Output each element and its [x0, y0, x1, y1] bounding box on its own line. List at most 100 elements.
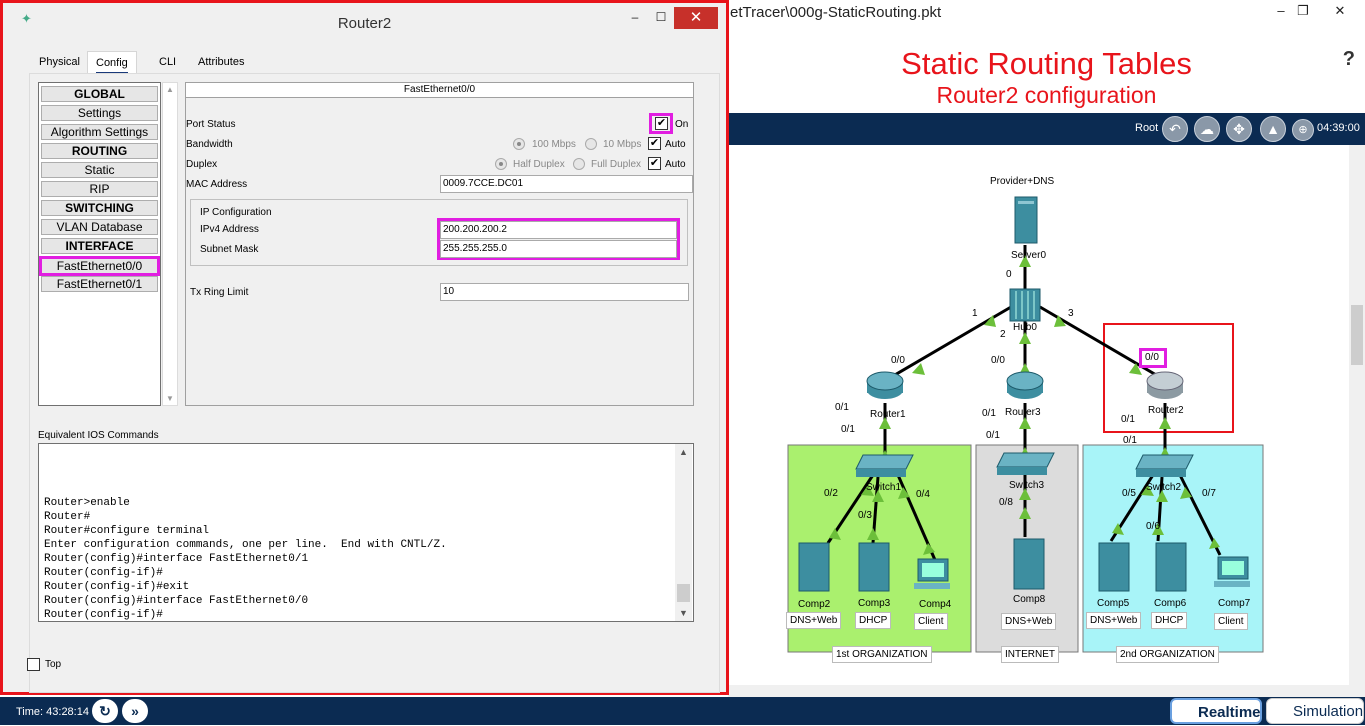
fast-forward-icon[interactable]: » [122, 699, 148, 723]
server0-name: Server0 [1011, 250, 1047, 261]
comp8-icon [1013, 538, 1045, 590]
port-label: 0/5 [1122, 488, 1136, 499]
dialog-title: Router2 [337, 15, 392, 32]
tab-cli[interactable]: CLI [151, 51, 185, 73]
simulation-mode-button[interactable]: Simulation [1266, 698, 1364, 724]
comp8-name: Comp8 [1013, 594, 1046, 605]
comp3-name: Comp3 [858, 598, 891, 609]
scroll-thumb[interactable] [677, 584, 690, 602]
cluster-icon[interactable]: ☁ [1194, 116, 1220, 142]
ios-console-scrollbar[interactable]: ▲ ▼ [675, 444, 692, 621]
realtime-mode-button[interactable]: Realtime [1170, 698, 1262, 724]
move-icon[interactable]: ✥ [1226, 116, 1252, 142]
half-duplex-label: Half Duplex [513, 159, 565, 170]
port-status-checkbox[interactable]: ✔ [655, 117, 668, 130]
scroll-down-icon[interactable]: ▼ [679, 608, 688, 618]
menu-scrollbar[interactable]: ▲ ▼ [162, 82, 178, 406]
full-duplex-label: Full Duplex [591, 159, 642, 170]
ios-commands-console[interactable]: Router>enable Router# Router#configure t… [38, 443, 694, 622]
port-label: 0/8 [999, 497, 1013, 508]
hub0-name: Hub0 [1013, 322, 1037, 333]
half-duplex-radio[interactable] [495, 158, 507, 170]
status-bar: Time: 43:28:14 ↻ » Realtime Simulation [0, 697, 1365, 725]
comp7-icon [1214, 556, 1250, 587]
dialog-close-button[interactable]: ✕ [674, 7, 718, 29]
menu-item-fastethernet0-0[interactable]: FastEthernet0/0 [39, 256, 160, 276]
top-checkbox[interactable] [27, 658, 40, 671]
ipv4-address-input[interactable]: 200.200.200.2 [440, 221, 677, 239]
router1-name: Router1 [870, 409, 906, 420]
comp7-name: Comp7 [1218, 598, 1251, 609]
port-label: 3 [1068, 308, 1074, 319]
workspace-vertical-scrollbar[interactable] [1349, 145, 1365, 685]
top-label: Top [45, 659, 62, 670]
port-label: 0/1 [841, 424, 855, 435]
ipv4-address-label: IPv4 Address [200, 224, 259, 235]
switch1-name: Switch1 [866, 482, 902, 493]
tab-config-label: Config [96, 57, 128, 74]
vertical-scroll-thumb[interactable] [1351, 305, 1363, 365]
comp5-icon [1098, 542, 1130, 592]
port-label: 2 [1000, 329, 1006, 340]
realtime-label: Realtime [1198, 704, 1261, 721]
bandwidth-100-radio[interactable] [513, 138, 525, 150]
help-icon[interactable]: ? [1343, 48, 1355, 71]
switch3-icon [996, 452, 1055, 475]
close-button[interactable]: ✕ [1318, 2, 1362, 22]
server0-icon [1014, 196, 1038, 244]
bandwidth-10-label: 10 Mbps [603, 139, 642, 150]
root-label[interactable]: Root [1135, 122, 1158, 134]
switch1-icon [855, 454, 914, 477]
switch2-icon [1135, 454, 1194, 477]
menu-item-static[interactable]: Static [41, 162, 158, 178]
bandwidth-10-radio[interactable] [585, 138, 597, 150]
logical-toolbar: Root ↶ ☁ ✥ ▲ ⊕ 04:39:00 [728, 113, 1365, 145]
duplex-auto-checkbox[interactable]: ✔ [648, 157, 661, 170]
port-status-on-label: On [675, 119, 689, 130]
power-cycle-icon[interactable]: ↻ [92, 699, 118, 723]
comp6-role: DHCP [1151, 612, 1188, 629]
dialog-minimize-button[interactable]: – [625, 8, 645, 28]
menu-item-fastethernet0-1[interactable]: FastEthernet0/1 [41, 276, 158, 292]
menu-item-settings[interactable]: Settings [41, 105, 158, 121]
dialog-maximize-button[interactable]: ☐ [651, 8, 671, 28]
tab-config[interactable]: Config [87, 51, 137, 74]
menu-header-switching: SWITCHING [41, 200, 158, 216]
menu-item-vlan-database[interactable]: VLAN Database [41, 219, 158, 235]
ip-configuration-label: IP Configuration [200, 207, 272, 218]
bandwidth-label: Bandwidth [186, 139, 233, 150]
bandwidth-auto-checkbox[interactable]: ✔ [648, 137, 661, 150]
ios-commands-text: Router>enable Router# Router#configure t… [44, 497, 447, 621]
menu-item-rip[interactable]: RIP [41, 181, 158, 197]
tab-physical[interactable]: Physical [31, 51, 88, 73]
menu-item-algorithm-settings[interactable]: Algorithm Settings [41, 124, 158, 140]
viewport-icon[interactable]: ⊕ [1292, 119, 1314, 141]
dialog-titlebar[interactable]: ✦ Router2 – ☐ ✕ [3, 3, 726, 37]
comp8-role: DNS+Web [1001, 613, 1057, 630]
mac-address-field[interactable]: 0009.7CCE.DC01 [440, 175, 693, 193]
comp6-icon [1155, 542, 1187, 592]
scroll-down-icon[interactable]: ▼ [166, 394, 174, 403]
router2-port-00-highlight: 0/0 [1139, 348, 1167, 368]
full-duplex-radio[interactable] [573, 158, 585, 170]
workspace-horizontal-scrollbar[interactable] [728, 685, 1365, 697]
banner-subtitle: Router2 configuration [936, 82, 1157, 108]
port-label: 0/1 [982, 408, 996, 419]
subnet-mask-input[interactable]: 255.255.255.0 [440, 240, 677, 258]
annotation-banner: Static Routing Tables Router2 configurat… [728, 40, 1365, 112]
back-icon[interactable]: ↶ [1162, 116, 1188, 142]
logical-workspace[interactable]: Provider+DNS Server0 Hub0 Router1 Router… [728, 145, 1349, 685]
tx-ring-limit-input[interactable]: 10 [440, 283, 689, 301]
switch2-name: Switch2 [1146, 482, 1182, 493]
tab-attributes[interactable]: Attributes [190, 51, 253, 73]
comp3-role: DHCP [855, 612, 892, 629]
comp6-name: Comp6 [1154, 598, 1187, 609]
scroll-up-icon[interactable]: ▲ [166, 85, 174, 94]
tx-ring-limit-label: Tx Ring Limit [190, 287, 249, 298]
menu-header-routing: ROUTING [41, 143, 158, 159]
restore-button[interactable]: ❐ [1290, 2, 1316, 22]
port-label: 0/2 [824, 488, 838, 499]
background-image-icon[interactable]: ▲ [1260, 116, 1286, 142]
scroll-up-icon[interactable]: ▲ [679, 447, 688, 457]
time-readout: Time: 43:28:14 [16, 706, 89, 718]
